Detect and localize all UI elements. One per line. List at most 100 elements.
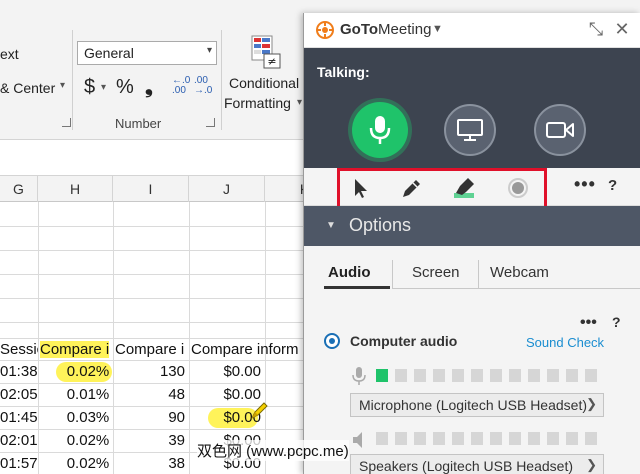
level-segment	[490, 432, 502, 445]
level-segment	[433, 432, 445, 445]
header-cell-compare-2[interactable]: Compare i	[115, 338, 189, 361]
table-cell[interactable]: 90	[113, 406, 189, 429]
tab-separator	[478, 260, 479, 288]
microphone-level-icon	[352, 367, 366, 385]
options-label: Options	[349, 215, 412, 235]
level-segment	[471, 369, 483, 382]
header-cell-session[interactable]: Sessic	[0, 338, 38, 361]
level-segment	[376, 369, 388, 382]
table-cell[interactable]: 38	[113, 452, 189, 474]
table-cell[interactable]: 39	[113, 429, 189, 452]
column-header-j[interactable]: J	[189, 176, 265, 202]
gotomeeting-panel: GoToMeeting ▼ ⤡ ✕ Talking: ••• ? ▼ Optio…	[303, 13, 640, 474]
percent-button[interactable]: %	[116, 76, 134, 99]
chevron-down-icon: ❯	[586, 457, 597, 472]
table-cell[interactable]: 01:45	[0, 406, 38, 429]
level-segment	[509, 432, 521, 445]
conditional-dropdown-icon[interactable]: ▾	[297, 97, 302, 108]
level-segment	[395, 432, 407, 445]
merge-dropdown-icon[interactable]: ▾	[60, 80, 65, 91]
collapse-triangle-icon: ▼	[326, 220, 336, 231]
gtm-app-name-bold: GoTo	[340, 21, 379, 38]
table-cell[interactable]: 02:05	[0, 383, 38, 406]
level-segment	[433, 369, 445, 382]
options-header[interactable]: ▼ Options	[304, 206, 640, 246]
header-cell-compare-1-text: Compare i	[40, 341, 110, 358]
active-tab-underline	[324, 286, 390, 289]
table-cell[interactable]: 130	[113, 360, 189, 383]
number-format-select[interactable]: General ▾	[77, 41, 217, 65]
screen-share-button[interactable]	[444, 104, 496, 156]
highlighter-pencil-icon	[250, 402, 268, 420]
audio-more-options-icon[interactable]: •••	[580, 314, 597, 332]
microphone-select[interactable]: Microphone (Logitech USB Headset) ❯	[350, 393, 604, 417]
tab-baseline	[392, 288, 640, 289]
decrease-decimal-button[interactable]: .00 →.0	[194, 76, 212, 96]
gotomeeting-logo-icon	[316, 21, 334, 39]
level-segment	[376, 432, 388, 445]
gtm-title-bar: GoToMeeting ▼ ⤡ ✕	[304, 13, 640, 48]
merge-center-button[interactable]: & Center	[0, 80, 55, 96]
column-header-h[interactable]: H	[38, 176, 113, 202]
tab-screen[interactable]: Screen	[412, 264, 460, 281]
collapse-icon[interactable]: ⤡	[586, 19, 606, 40]
microphone-select-value: Microphone (Logitech USB Headset)	[359, 397, 588, 413]
speaker-select[interactable]: Speakers (Logitech USB Headset) ❯	[350, 454, 604, 474]
table-cell[interactable]: 02:01	[0, 429, 38, 452]
conditional-formatting-label-2[interactable]: Formatting	[224, 95, 291, 111]
help-icon[interactable]: ?	[608, 177, 617, 194]
drawing-toolbar: ••• ?	[304, 168, 640, 212]
level-segment	[566, 369, 578, 382]
currency-button[interactable]: $	[84, 76, 95, 99]
chevron-down-icon: ▾	[206, 45, 212, 56]
alignment-launcher-icon[interactable]	[62, 118, 71, 127]
microphone-button[interactable]	[352, 102, 408, 158]
level-segment	[395, 369, 407, 382]
sound-check-link[interactable]: Sound Check	[526, 335, 604, 350]
column-header-i[interactable]: I	[113, 176, 189, 202]
table-cell[interactable]: 48	[113, 383, 189, 406]
level-segment	[547, 369, 559, 382]
monitor-icon	[457, 119, 483, 141]
column-header-g[interactable]: G	[0, 176, 38, 202]
watermark-text: 双色网 (www.pcpc.me)	[197, 440, 349, 461]
number-group-label: Number	[115, 116, 162, 131]
gtm-control-area: Talking:	[304, 48, 640, 168]
table-cell[interactable]: $0.00	[189, 360, 265, 383]
close-icon[interactable]: ✕	[612, 19, 632, 40]
chevron-down-icon: ❯	[586, 396, 597, 411]
tab-separator	[392, 260, 393, 288]
level-segment	[585, 432, 597, 445]
number-launcher-icon[interactable]	[206, 118, 215, 127]
level-segment	[509, 369, 521, 382]
tab-webcam[interactable]: Webcam	[490, 264, 549, 281]
increase-decimal-button[interactable]: ←.0 .00	[172, 76, 190, 96]
conditional-formatting-icon[interactable]: ≠	[250, 34, 282, 70]
table-cell[interactable]: 01:57	[0, 452, 38, 474]
wrap-text-button[interactable]: ext	[0, 46, 19, 62]
camera-icon	[546, 122, 574, 138]
level-segment	[566, 432, 578, 445]
app-menu-dropdown-icon[interactable]: ▼	[432, 23, 443, 35]
gtm-app-name[interactable]: GoToMeeting	[340, 21, 431, 38]
table-cell[interactable]: 01:38	[0, 360, 38, 383]
header-cell-compare-3[interactable]: Compare inform	[191, 338, 311, 361]
webcam-button[interactable]	[534, 104, 586, 156]
conditional-formatting-label-1[interactable]: Conditional	[229, 75, 299, 91]
currency-dropdown-icon[interactable]: ▾	[101, 82, 106, 93]
level-segment	[585, 369, 597, 382]
level-segment	[490, 369, 502, 382]
computer-audio-radio[interactable]	[324, 333, 340, 349]
level-segment	[471, 432, 483, 445]
level-segment	[528, 432, 540, 445]
level-segment	[414, 432, 426, 445]
more-options-icon[interactable]: •••	[574, 174, 596, 195]
audio-help-icon[interactable]: ?	[612, 314, 621, 330]
comma-style-button[interactable]: ❟	[145, 76, 153, 99]
tab-audio[interactable]: Audio	[328, 264, 371, 281]
header-cell-compare-1[interactable]: Compare i	[40, 338, 112, 361]
options-body: Audio Screen Webcam ••• ? Computer audio…	[304, 246, 640, 474]
speaker-select-value: Speakers (Logitech USB Headset)	[359, 458, 573, 474]
computer-audio-label: Computer audio	[350, 333, 458, 349]
gtm-app-name-rest: Meeting	[378, 21, 432, 38]
